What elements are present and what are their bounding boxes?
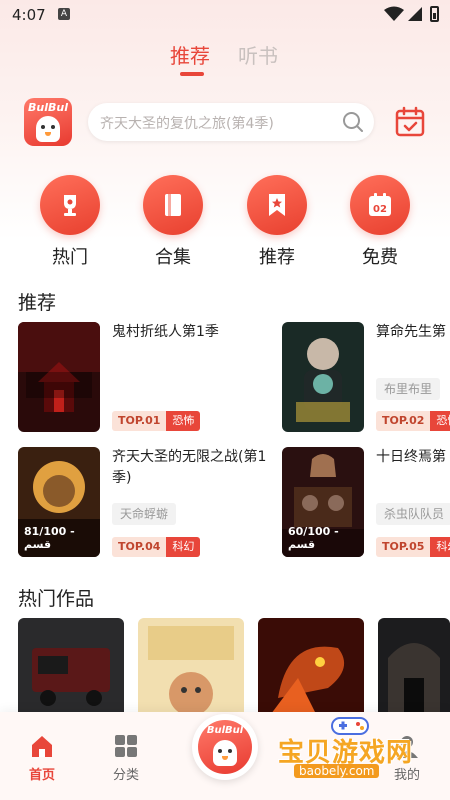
nav-center-label: BulBul [206, 725, 244, 736]
rank-badge: TOP.04 科幻 [112, 537, 201, 557]
rank-badge: TOP.05 科幻 [376, 537, 450, 557]
trophy-icon [64, 195, 76, 216]
category-label: 推荐 [259, 247, 295, 268]
category-label: 热门 [52, 247, 88, 268]
calendar-02-icon: 02 [369, 193, 391, 216]
home-icon [32, 736, 52, 757]
search-input[interactable]: 齐天大圣的复仇之旅(第4季) [88, 103, 374, 141]
hot-section-title: 热门作品 [18, 588, 95, 610]
search-placeholder: 齐天大圣的复仇之旅(第4季) [100, 116, 274, 132]
nav-category[interactable]: 分类 [96, 734, 156, 783]
hot-cover-image[interactable] [378, 618, 450, 718]
hot-cover-image[interactable] [138, 618, 244, 718]
book-icon [165, 194, 181, 216]
cover-image[interactable]: 60/100 - قسم [282, 447, 364, 557]
watermark-url: baobely.com [294, 764, 380, 778]
book-title[interactable]: 十日终焉第 [376, 447, 450, 468]
category-collection[interactable]: 合集 [141, 175, 205, 269]
watermark: 宝贝游戏网 baobely.com [274, 717, 424, 784]
cover-image[interactable] [282, 322, 364, 432]
progress-text: 60/100 - قسم [288, 525, 339, 551]
tab-audiobook[interactable]: 听书 [238, 40, 278, 69]
svg-text:02: 02 [373, 204, 387, 215]
hot-cover-image[interactable] [258, 618, 364, 718]
author-tag: 杀虫队队员 [376, 503, 450, 525]
mascot-icon [36, 116, 60, 142]
nav-home[interactable]: 首页 [12, 734, 72, 783]
app-logo: BulBul [24, 98, 72, 146]
mascot-icon [213, 740, 237, 766]
recommend-section-title: 推荐 [18, 292, 57, 314]
cover-image[interactable] [18, 322, 100, 432]
nav-category-label: 分类 [112, 768, 139, 783]
category-label: 免费 [362, 247, 398, 268]
author-tag: 布里布里 [376, 378, 441, 400]
logo-text: BulBul [28, 101, 68, 114]
notification-icon: A [58, 8, 70, 20]
bookmark-star-icon [269, 194, 285, 216]
author-tag: 天命蜉蝣 [112, 503, 177, 525]
calendar-icon[interactable] [394, 106, 426, 138]
rank-badge: TOP.02 恐怖 [376, 411, 450, 431]
book-title[interactable]: 齐天大圣的无限之战(第1季) [112, 447, 270, 489]
rank-badge: TOP.01 恐怖 [112, 411, 201, 431]
search-icon[interactable] [342, 111, 364, 133]
category-recommend[interactable]: 推荐 [245, 175, 309, 269]
book-title[interactable]: 算命先生第 [376, 322, 450, 343]
battery-icon [430, 6, 439, 22]
progress-text: 81/100 - قسم [24, 525, 75, 551]
wifi-icon [384, 6, 404, 21]
tab-recommend[interactable]: 推荐 [170, 40, 210, 69]
status-time: 4:07 [12, 6, 46, 24]
cover-image[interactable]: 81/100 - قسم [18, 447, 100, 557]
grid-icon [115, 735, 137, 757]
active-tab-indicator [180, 72, 204, 76]
category-label: 合集 [155, 247, 191, 268]
category-free[interactable]: 02 免费 [348, 175, 412, 269]
hot-cover-image[interactable] [18, 618, 124, 718]
signal-icon [408, 7, 422, 21]
nav-center-button[interactable]: BulBul [192, 714, 258, 780]
category-hot[interactable]: 热门 [38, 175, 102, 269]
nav-home-label: 首页 [28, 768, 55, 783]
book-title[interactable]: 鬼村折纸人第1季 [112, 322, 267, 343]
